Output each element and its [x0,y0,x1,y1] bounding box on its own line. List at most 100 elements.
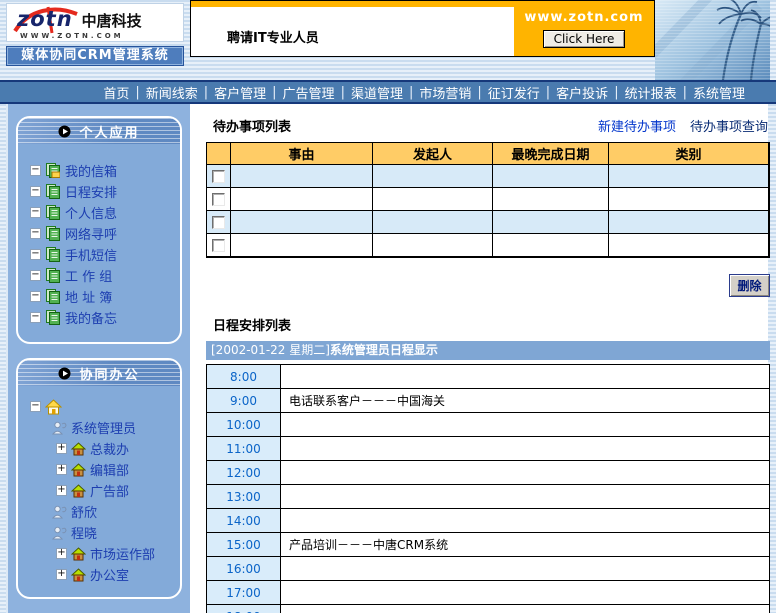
cell-subject [231,165,373,188]
sidebar-item[interactable]: − 我的信箱 [30,160,176,181]
schedule-row: 9:00 电话联系客户－－－中国海关 [207,389,769,413]
collapse-icon[interactable]: − [30,270,41,281]
nav-item[interactable]: 客户投诉 [551,83,613,102]
nav-item[interactable]: 统计报表 [620,83,682,102]
person-icon [52,421,67,435]
nav-item[interactable]: 客户管理 [209,83,271,102]
tree-item[interactable]: − + [18,396,178,417]
tree-item-label[interactable]: 编辑部 [90,460,129,479]
event-cell[interactable] [281,437,769,461]
expand-icon[interactable]: + [56,464,67,475]
event-cell[interactable]: 产品培训－－－中唐CRM系统 [281,533,769,557]
row-checkbox[interactable] [212,216,225,229]
expand-icon[interactable]: + [56,443,67,454]
tree-item-label[interactable]: 办公室 [90,565,129,584]
sidebar-item-label[interactable]: 个人信息 [65,203,117,222]
tree-item[interactable]: − + [18,438,178,459]
time-cell: 8:00 [207,365,281,389]
tree-item[interactable]: − + [18,522,178,543]
schedule-row: 16:00 [207,557,769,581]
play-bullet-icon [58,125,71,138]
sidebar-item-label[interactable]: 我的信箱 [65,161,117,180]
sidebar-item-label[interactable]: 地 址 簿 [65,287,112,306]
collapse-icon[interactable]: − [30,249,41,260]
collapse-icon[interactable]: − [30,186,41,197]
event-cell[interactable] [281,461,769,485]
event-cell[interactable] [281,509,769,533]
checkbox-column-header [207,143,231,165]
tree-item-label[interactable]: 总裁办 [90,439,129,458]
cell-subject [231,188,373,211]
collapse-icon[interactable]: − [30,228,41,239]
expand-icon[interactable]: + [56,485,67,496]
collapse-icon[interactable]: − [30,165,41,176]
tree-item[interactable]: − + [18,417,178,438]
cell-initiator [373,234,493,257]
schedule-owner: 系统管理员日程显示 [330,343,438,357]
nav-item[interactable]: 渠道管理 [346,83,408,102]
sidebar-item[interactable]: − 我的备忘 [30,307,176,328]
sidebar-item-label[interactable]: 我的备忘 [65,308,117,327]
tree-item[interactable]: − + [18,564,178,585]
row-checkbox[interactable] [212,193,225,206]
cell-category [609,234,769,257]
department-icon [71,442,86,456]
event-cell[interactable] [281,413,769,437]
collapse-icon[interactable]: − [30,401,41,412]
personal-info-icon [46,205,60,220]
event-cell[interactable] [281,605,769,613]
row-checkbox[interactable] [212,170,225,183]
collab-office-title: 协同办公 [79,364,139,383]
tree-item[interactable]: − + [18,543,178,564]
sidebar-item[interactable]: − 地 址 簿 [30,286,176,307]
department-icon [71,484,86,498]
event-cell[interactable] [281,557,769,581]
event-cell[interactable] [281,581,769,605]
event-cell[interactable] [281,485,769,509]
event-cell[interactable]: 电话联系客户－－－中国海关 [281,389,769,413]
nav-item[interactable]: 首页 [98,83,134,102]
tree-item-label[interactable]: 舒欣 [71,502,97,521]
collapse-icon[interactable]: − [30,207,41,218]
expand-icon[interactable]: + [56,569,67,580]
nav-item[interactable]: 广告管理 [278,83,340,102]
tree-item-label[interactable]: 广告部 [90,481,129,500]
tree-item-label[interactable]: 系统管理员 [71,418,136,437]
expand-icon[interactable]: + [56,548,67,559]
tree-item-label[interactable]: 市场运作部 [90,544,155,563]
nav-item[interactable]: 新闻线索 [141,83,203,102]
tree-item-label[interactable]: 程晓 [71,523,97,542]
time-cell: 14:00 [207,509,281,533]
sidebar-item[interactable]: − 工 作 组 [30,265,176,286]
sms-icon [46,247,60,262]
query-todo-link[interactable]: 待办事项查询 [690,116,768,135]
tree-item[interactable]: − + [18,480,178,501]
sidebar-item-label[interactable]: 手机短信 [65,245,117,264]
time-cell: 9:00 [207,389,281,413]
row-checkbox[interactable] [212,239,225,252]
schedule-row: 14:00 [207,509,769,533]
sidebar-item-label[interactable]: 网络寻呼 [65,224,117,243]
nav-item[interactable]: 系统管理 [688,83,750,102]
sidebar-item[interactable]: − 手机短信 [30,244,176,265]
banner-orange-panel: www.zotn.com Click Here [514,1,654,56]
sidebar-item-label[interactable]: 日程安排 [65,182,117,201]
department-icon [71,463,86,477]
event-cell[interactable] [281,365,769,389]
collapse-icon[interactable]: − [30,312,41,323]
sidebar-item[interactable]: − 网络寻呼 [30,223,176,244]
new-todo-link[interactable]: 新建待办事项 [598,116,676,135]
tree-item[interactable]: − + [18,459,178,480]
cell-deadline [493,188,609,211]
delete-button[interactable]: 删除 [729,274,770,297]
collapse-icon[interactable]: − [30,291,41,302]
click-here-button[interactable]: Click Here [543,30,626,48]
tree-item[interactable]: − + [18,501,178,522]
sidebar-item-label[interactable]: 工 作 组 [65,266,112,285]
ad-banner[interactable]: 聘请IT专业人员 www.zotn.com Click Here [190,0,655,57]
nav-item[interactable]: 征订发行 [483,83,545,102]
sidebar-item[interactable]: − 个人信息 [30,202,176,223]
sidebar-item[interactable]: − 日程安排 [30,181,176,202]
nav-item[interactable]: 市场营销 [414,83,476,102]
column-header: 最晚完成日期 [493,143,609,165]
